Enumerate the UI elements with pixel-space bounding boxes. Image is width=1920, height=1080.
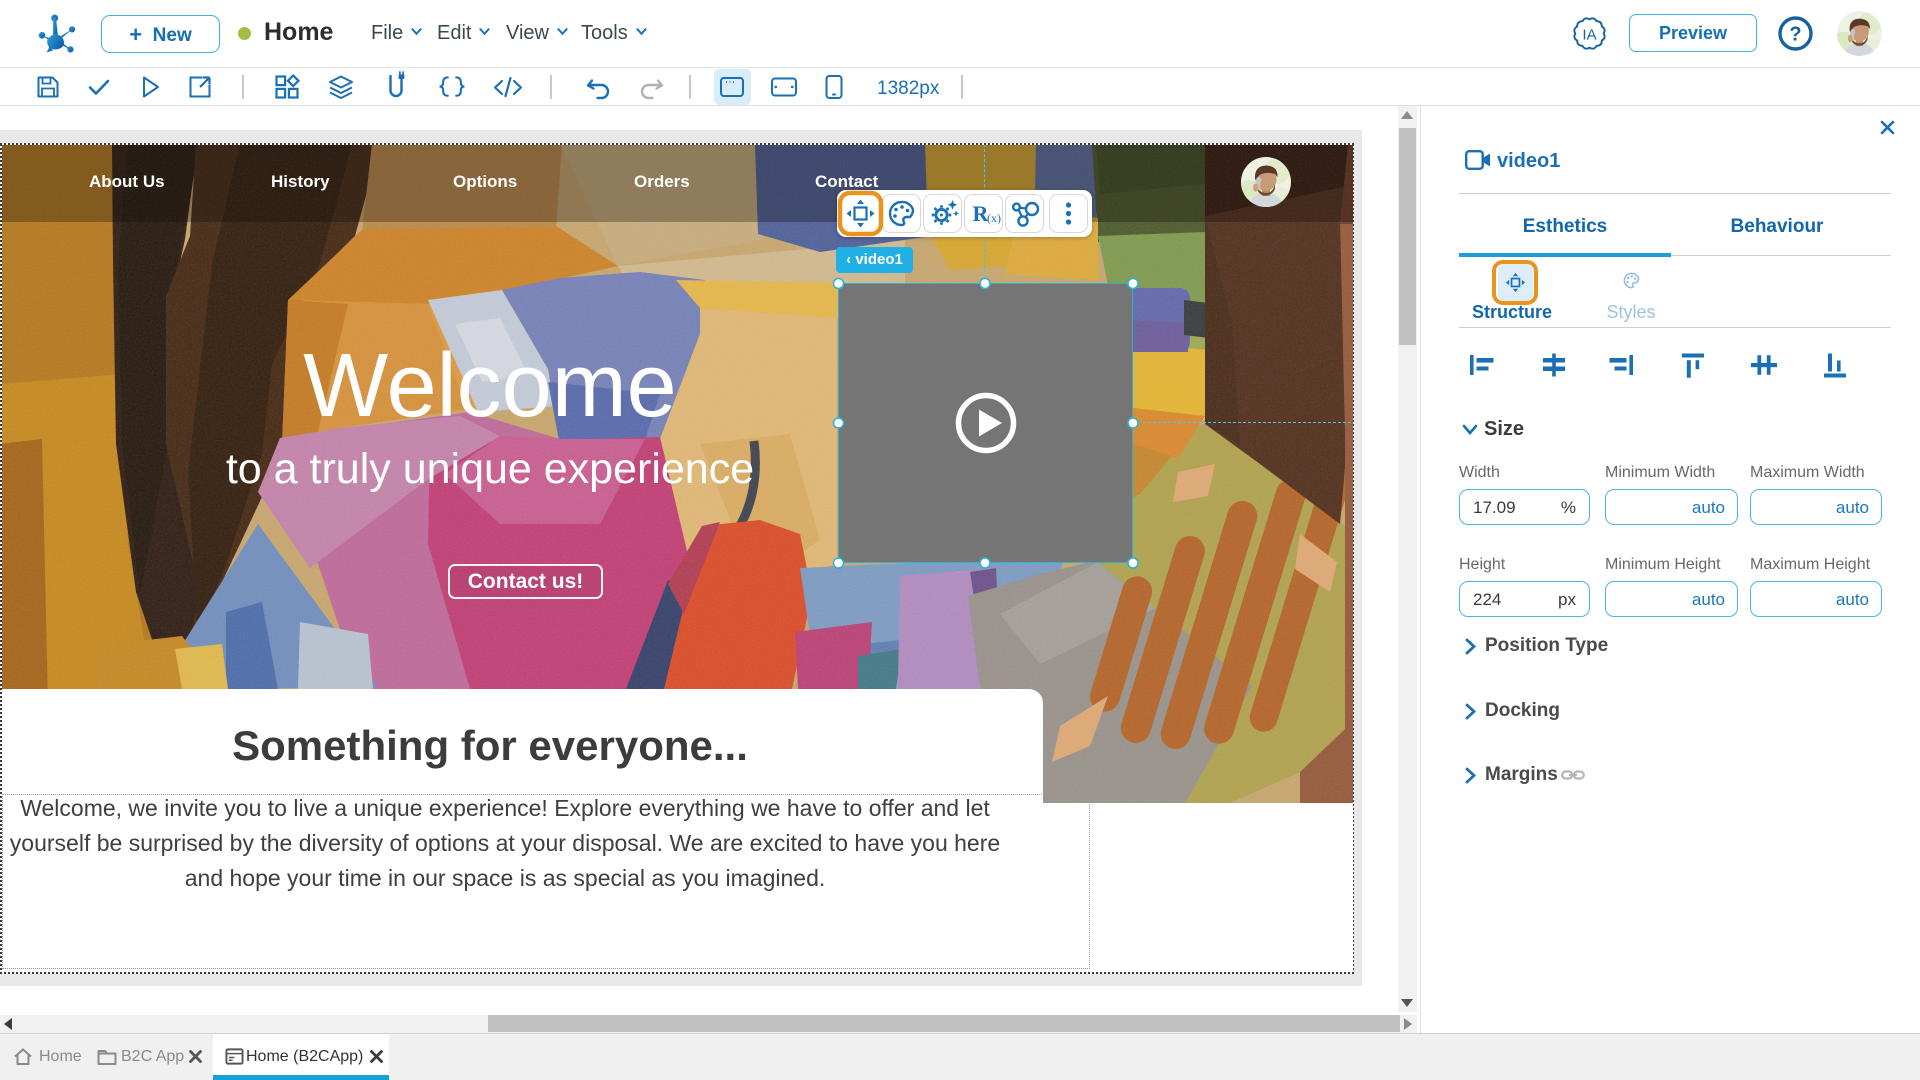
svg-text:IA: IA [1582,27,1596,44]
svg-text:?: ? [1789,24,1801,46]
svg-text:(x): (x) [987,211,1001,225]
svg-text:1382px: 1382px [877,78,940,99]
